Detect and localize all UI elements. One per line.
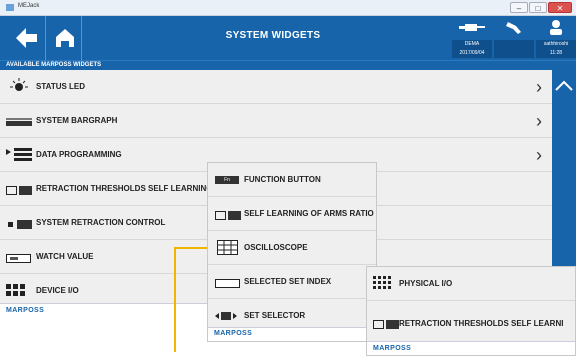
window-title: MEJack (18, 3, 40, 9)
plug-icon (459, 24, 485, 31)
scroll-up-button[interactable] (552, 70, 576, 104)
marposs-logo: MARPOSS (6, 307, 45, 314)
panel-footer: MARPOSS (367, 341, 575, 355)
retraction-control-icon (8, 220, 32, 229)
data-programming-icon (6, 148, 32, 161)
tools-icon (506, 22, 521, 34)
status-blank (494, 40, 534, 58)
widget-label: PHYSICAL I/O (399, 279, 453, 288)
oscilloscope-icon (217, 240, 238, 255)
home-icon (56, 29, 74, 47)
widget-label: SELF LEARNING OF ARMS RATIO (244, 209, 374, 218)
widget-label: RETRACTION THRESHOLDS SELF LEARNING (36, 184, 213, 193)
device-io-icon (6, 284, 25, 296)
home-button[interactable] (48, 16, 82, 60)
chevron-right-icon: › (536, 77, 542, 97)
physical-io-icon (373, 276, 391, 289)
header-bar: SYSTEM WIDGETS DEMA 2017/09/04 sathhiros… (0, 16, 576, 60)
widget-oscilloscope[interactable]: OSCILLOSCOPE (208, 231, 376, 265)
widget-label: STATUS LED (36, 82, 86, 91)
back-arrow-icon (16, 28, 37, 48)
arms-ratio-icon (215, 211, 241, 220)
chevron-up-icon (555, 80, 573, 91)
chevron-right-icon: › (536, 111, 542, 131)
status-user: sathhiroshi 11:28 (536, 40, 576, 58)
threshold-icon (6, 186, 32, 195)
widget-system-bargraph[interactable]: SYSTEM BARGRAPH › (0, 104, 552, 138)
widget-label: SELECTED SET INDEX (244, 277, 332, 286)
panel-footer: MARPOSS (208, 327, 376, 341)
bargraph-icon (6, 118, 32, 126)
connection-button[interactable] (452, 16, 492, 38)
widget-label: DEVICE I/O (36, 286, 79, 295)
widget-label: OSCILLOSCOPE (244, 243, 308, 252)
maximize-button[interactable]: □ (529, 2, 547, 13)
widget-function-button[interactable]: Fn FUNCTION BUTTON (208, 163, 376, 197)
widget-label: SYSTEM RETRACTION CONTROL (36, 218, 166, 227)
set-selector-icon (215, 312, 237, 320)
widget-physical-io[interactable]: PHYSICAL I/O (367, 267, 575, 301)
tools-button[interactable] (494, 16, 534, 38)
close-button[interactable]: ✕ (548, 2, 572, 13)
widget-selected-set-index[interactable]: SELECTED SET INDEX (208, 265, 376, 299)
widget-retraction-thresholds-2[interactable]: RETRACTION THRESHOLDS SELF LEARNI (367, 307, 575, 341)
screen: MEJack – □ ✕ SYSTEM WIDGETS DEMA 2017/09… (0, 0, 576, 356)
back-button[interactable] (6, 16, 46, 60)
highlight-guide-line (174, 248, 176, 352)
widget-label: SYSTEM BARGRAPH (36, 116, 118, 125)
widget-label: WATCH VALUE (36, 252, 94, 261)
section-header: AVAILABLE MARPOSS WIDGETS (0, 60, 576, 70)
minimize-button[interactable]: – (510, 2, 528, 13)
marposs-logo: MARPOSS (214, 330, 253, 337)
widget-status-led[interactable]: STATUS LED › (0, 70, 552, 104)
widgets-panel-2: Fn FUNCTION BUTTON SELF LEARNING OF ARMS… (207, 162, 377, 342)
widget-label: RETRACTION THRESHOLDS SELF LEARNI (399, 319, 564, 328)
user-button[interactable] (536, 16, 576, 38)
widget-arms-ratio[interactable]: SELF LEARNING OF ARMS RATIO (208, 197, 376, 231)
page-title: SYSTEM WIDGETS (225, 30, 321, 41)
status-led-icon (10, 78, 28, 91)
widget-label: FUNCTION BUTTON (244, 175, 321, 184)
user-icon (550, 20, 562, 35)
widgets-panel-3: PHYSICAL I/O RETRACTION THRESHOLDS SELF … (366, 266, 576, 356)
widget-label: SET SELECTOR (244, 311, 306, 320)
function-button-icon: Fn (215, 176, 239, 184)
marposs-logo: MARPOSS (373, 345, 412, 352)
set-index-icon (215, 279, 240, 288)
watch-value-icon (6, 254, 31, 263)
chevron-right-icon: › (536, 145, 542, 165)
app-icon (6, 4, 14, 11)
window-titlebar: MEJack – □ ✕ (0, 0, 576, 16)
threshold-icon (373, 320, 399, 329)
status-machine: DEMA 2017/09/04 (452, 40, 492, 58)
widget-label: DATA PROGRAMMING (36, 150, 122, 159)
